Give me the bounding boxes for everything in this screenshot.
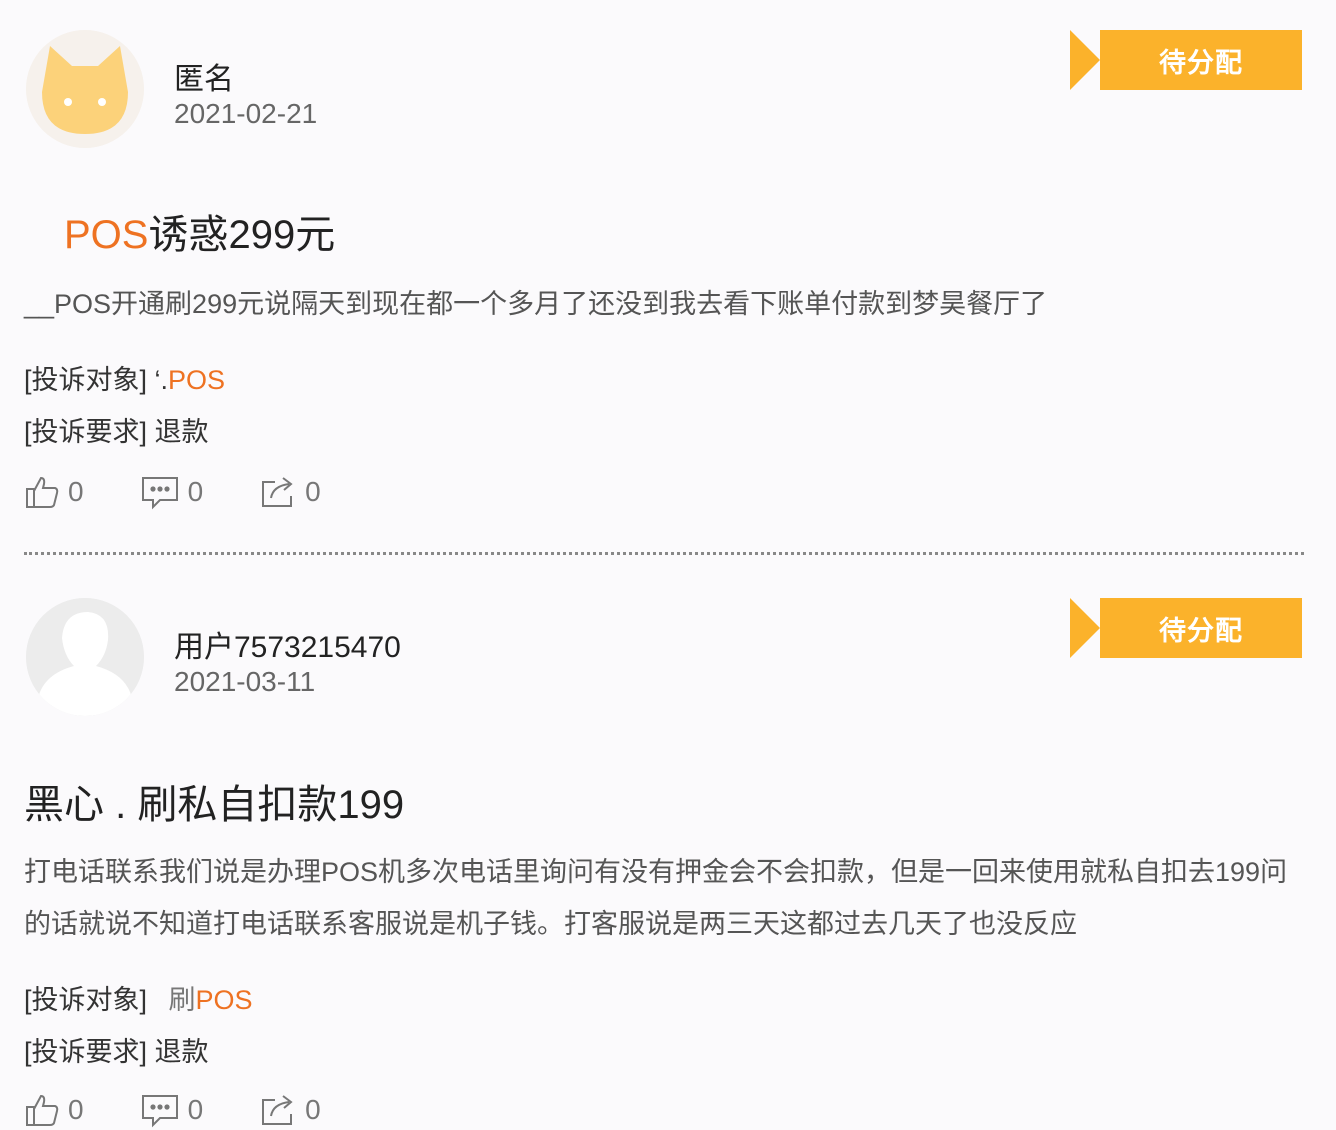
target-link[interactable]: POS: [168, 365, 225, 395]
thumbs-up-icon: [26, 476, 59, 508]
like-button[interactable]: 0: [24, 474, 84, 510]
comment-count: 0: [187, 476, 204, 507]
demand-value: 退款: [154, 417, 209, 447]
target-prefix: ‘.: [154, 365, 169, 395]
complaint-title[interactable]: POS诱惑299元: [64, 202, 335, 260]
username[interactable]: 匿名: [174, 54, 234, 98]
comment-icon: [141, 477, 178, 510]
share-count: 0: [305, 1094, 321, 1125]
complaint-content: 打电话联系我们说是办理POS机多次电话里询问有没有押金会不会扣款，但是一回来使用…: [24, 857, 1288, 939]
username[interactable]: 用户7573215470: [174, 622, 401, 666]
comment-button[interactable]: 0: [140, 474, 204, 510]
complaint-content: __POS开通刷299元说隔天到现在都一个多月了还没到我去看下账单付款到梦昊餐厅…: [24, 289, 1048, 319]
title-highlight: POS: [64, 213, 149, 257]
complaint-demand: [投诉要求] 退款: [24, 1030, 209, 1069]
complaint-target: [投诉对象] 刷POS: [24, 978, 253, 1017]
default-user-avatar-icon[interactable]: [26, 598, 144, 716]
share-count: 0: [305, 476, 321, 507]
action-bar: 0 0 0: [24, 472, 377, 512]
share-button[interactable]: 0: [259, 1092, 321, 1128]
share-icon: [262, 477, 293, 507]
target-prefix: 刷: [168, 985, 196, 1015]
complaint-card[interactable]: 用户7573215470 2021-03-11 待分配 黑心 . 刷私自扣款19…: [0, 560, 1336, 1128]
like-count: 0: [68, 1094, 84, 1125]
complaint-demand: [投诉要求] 退款: [24, 410, 209, 449]
cat-avatar-icon[interactable]: [26, 30, 144, 148]
target-label: [投诉对象]: [24, 365, 148, 395]
comment-icon: [141, 1095, 178, 1128]
comment-button[interactable]: 0: [140, 1092, 204, 1128]
target-link[interactable]: POS: [196, 985, 253, 1015]
title-text: 诱惑299元: [148, 213, 336, 257]
complaint-title[interactable]: 黑心 . 刷私自扣款199: [24, 772, 404, 830]
status-badge: 待分配: [1070, 30, 1302, 90]
demand-value: 退款: [154, 1037, 209, 1067]
thumbs-up-icon: [26, 1094, 59, 1126]
complaint-target: [投诉对象] ‘.POS: [24, 358, 225, 397]
post-date: 2021-02-21: [174, 98, 318, 129]
post-date: 2021-03-11: [174, 666, 316, 697]
share-icon: [262, 1095, 293, 1125]
complaint-card[interactable]: 匿名 2021-02-21 待分配 POS诱惑299元 __POS开通刷299元…: [0, 0, 1336, 556]
action-bar: 0 0 0: [24, 1090, 377, 1130]
like-count: 0: [68, 476, 84, 507]
like-button[interactable]: 0: [24, 1092, 84, 1128]
target-label: [投诉对象]: [24, 985, 148, 1015]
share-button[interactable]: 0: [259, 474, 321, 510]
status-badge: 待分配: [1070, 598, 1302, 658]
demand-label: [投诉要求]: [24, 1037, 148, 1067]
comment-count: 0: [187, 1094, 204, 1125]
demand-label: [投诉要求]: [24, 417, 148, 447]
divider: [24, 552, 1304, 555]
